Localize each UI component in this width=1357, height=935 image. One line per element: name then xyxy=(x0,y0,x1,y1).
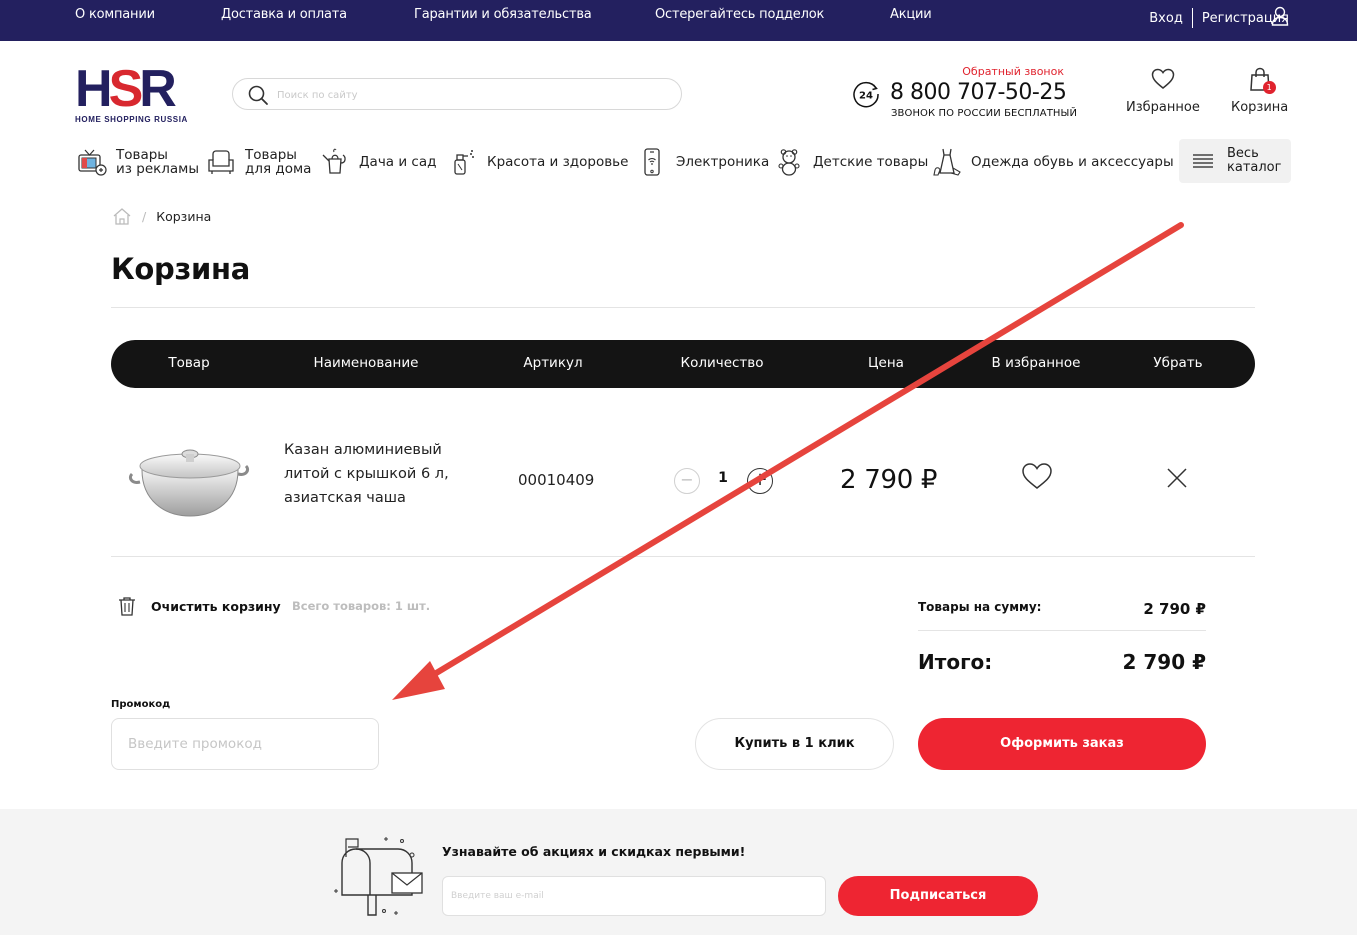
remove-item-close-icon[interactable] xyxy=(1166,467,1188,489)
promo-code-input[interactable] xyxy=(111,718,379,770)
subtotal-value: 2 790 ₽ xyxy=(1143,600,1206,618)
phone-note: ЗВОНОК ПО РОССИИ БЕСПЛАТНЫЙ xyxy=(891,108,1078,119)
nav-link-guarantees[interactable]: Гарантии и обязательства xyxy=(414,7,592,22)
quantity-value[interactable]: 1 xyxy=(714,470,732,486)
clear-cart-button[interactable]: Очистить корзину xyxy=(118,596,281,616)
product-name-link[interactable]: Казан алюминиевый литой с крышкой 6 л, а… xyxy=(284,438,464,510)
breadcrumb-separator: / xyxy=(142,208,147,224)
subscribe-title: Узнавайте об акциях и скидках первыми! xyxy=(442,844,746,859)
full-catalog-button[interactable]: Весь каталог xyxy=(1179,139,1291,183)
checkout-button[interactable]: Оформить заказ xyxy=(918,718,1206,770)
subtotal-label: Товары на сумму: xyxy=(918,600,1042,614)
cart-label: Корзина xyxy=(1231,100,1289,115)
quantity-decrease-button[interactable]: − xyxy=(674,468,700,494)
category-clothing[interactable]: Одежда обувь и аксессуары xyxy=(931,142,1174,182)
category-electronics[interactable]: Электроника xyxy=(636,142,769,182)
total-items-count: Всего товаров: 1 шт. xyxy=(292,599,431,613)
menu-icon xyxy=(1193,154,1213,168)
trash-icon xyxy=(119,597,135,616)
watering-can-icon xyxy=(322,148,346,174)
heart-icon xyxy=(1151,68,1175,89)
breadcrumb-current: Корзина xyxy=(156,208,212,224)
column-header-name: Наименование xyxy=(313,355,419,371)
tv-icon xyxy=(78,149,107,176)
nav-link-delivery[interactable]: Доставка и оплата xyxy=(221,7,347,22)
category-beauty[interactable]: Красота и здоровье xyxy=(447,142,628,182)
support-24-icon: 24 xyxy=(853,81,879,108)
auth-links: Вход Регистрация xyxy=(1149,8,1289,28)
category-advertised[interactable]: Товары из рекламы xyxy=(76,142,199,182)
category-garden[interactable]: Дача и сад xyxy=(319,142,436,182)
svg-text:24: 24 xyxy=(859,91,873,102)
armchair-icon xyxy=(208,150,234,174)
subscribe-section xyxy=(0,809,1357,935)
product-image[interactable] xyxy=(128,438,250,520)
dress-icon xyxy=(933,148,961,176)
contact-block: Обратный звонок 24 8 800 707-50-25 ЗВОНО… xyxy=(852,64,1077,124)
page-title: Корзина xyxy=(111,252,251,286)
smartphone-icon xyxy=(644,148,660,176)
auth-divider xyxy=(1191,8,1193,28)
home-icon[interactable] xyxy=(112,207,132,225)
user-icon[interactable] xyxy=(1271,6,1289,26)
buy-one-click-button[interactable]: Купить в 1 клик xyxy=(695,718,894,770)
quantity-increase-button[interactable]: + xyxy=(747,468,773,494)
breadcrumb: / Корзина xyxy=(112,207,211,225)
product-price: 2 790 ₽ xyxy=(840,465,938,495)
teddy-bear-icon xyxy=(778,149,800,176)
cart-table-header: Товар Наименование Артикул Количество Це… xyxy=(111,340,1255,388)
search-box xyxy=(232,78,682,110)
column-header-remove: Убрать xyxy=(1153,355,1203,371)
cart-link[interactable]: 1 Корзина xyxy=(1231,66,1288,115)
spray-bottle-icon xyxy=(454,150,474,175)
category-kids[interactable]: Детские товары xyxy=(773,142,928,182)
site-logo[interactable]: HSR HOME SHOPPING RUSSIA xyxy=(75,63,188,127)
clear-cart-label: Очистить корзину xyxy=(151,598,281,614)
divider xyxy=(111,307,1255,308)
column-header-sku: Артикул xyxy=(523,355,583,371)
top-bar: О компании Доставка и оплата Гарантии и … xyxy=(0,0,1357,41)
cart-icon-wrap: 1 xyxy=(1247,66,1276,94)
favorites-link[interactable]: Избранное xyxy=(1126,66,1200,115)
nav-link-fakes[interactable]: Остерегайтесь подделок xyxy=(655,7,824,22)
nav-link-about[interactable]: О компании xyxy=(75,7,155,22)
callback-link[interactable]: Обратный звонок xyxy=(962,65,1064,78)
cart-count-badge: 1 xyxy=(1262,81,1276,94)
email-input[interactable] xyxy=(442,876,826,916)
column-header-favorite: В избранное xyxy=(991,355,1081,371)
logo-subtitle: HOME SHOPPING RUSSIA xyxy=(75,115,188,124)
favorites-label: Избранное xyxy=(1126,100,1200,115)
phone-number[interactable]: 8 800 707-50-25 xyxy=(890,80,1067,105)
promo-code-label: Промокод xyxy=(111,699,171,710)
search-input[interactable] xyxy=(277,86,657,104)
grand-total-label: Итого: xyxy=(918,650,993,674)
divider xyxy=(918,630,1206,631)
add-to-favorites-heart-icon[interactable] xyxy=(1021,461,1053,491)
login-link[interactable]: Вход xyxy=(1149,11,1183,26)
grand-total-value: 2 790 ₽ xyxy=(1122,650,1206,674)
column-header-price: Цена xyxy=(868,355,904,371)
mailbox-icon xyxy=(334,837,423,916)
subscribe-button[interactable]: Подписаться xyxy=(838,876,1038,916)
divider xyxy=(111,556,1255,557)
category-home[interactable]: Товары для дома xyxy=(205,142,311,182)
nav-link-promotions[interactable]: Акции xyxy=(890,7,932,22)
column-header-product: Товар xyxy=(168,355,210,371)
column-header-quantity: Количество xyxy=(680,355,764,371)
product-sku: 00010409 xyxy=(518,471,595,489)
search-icon[interactable] xyxy=(247,84,269,106)
